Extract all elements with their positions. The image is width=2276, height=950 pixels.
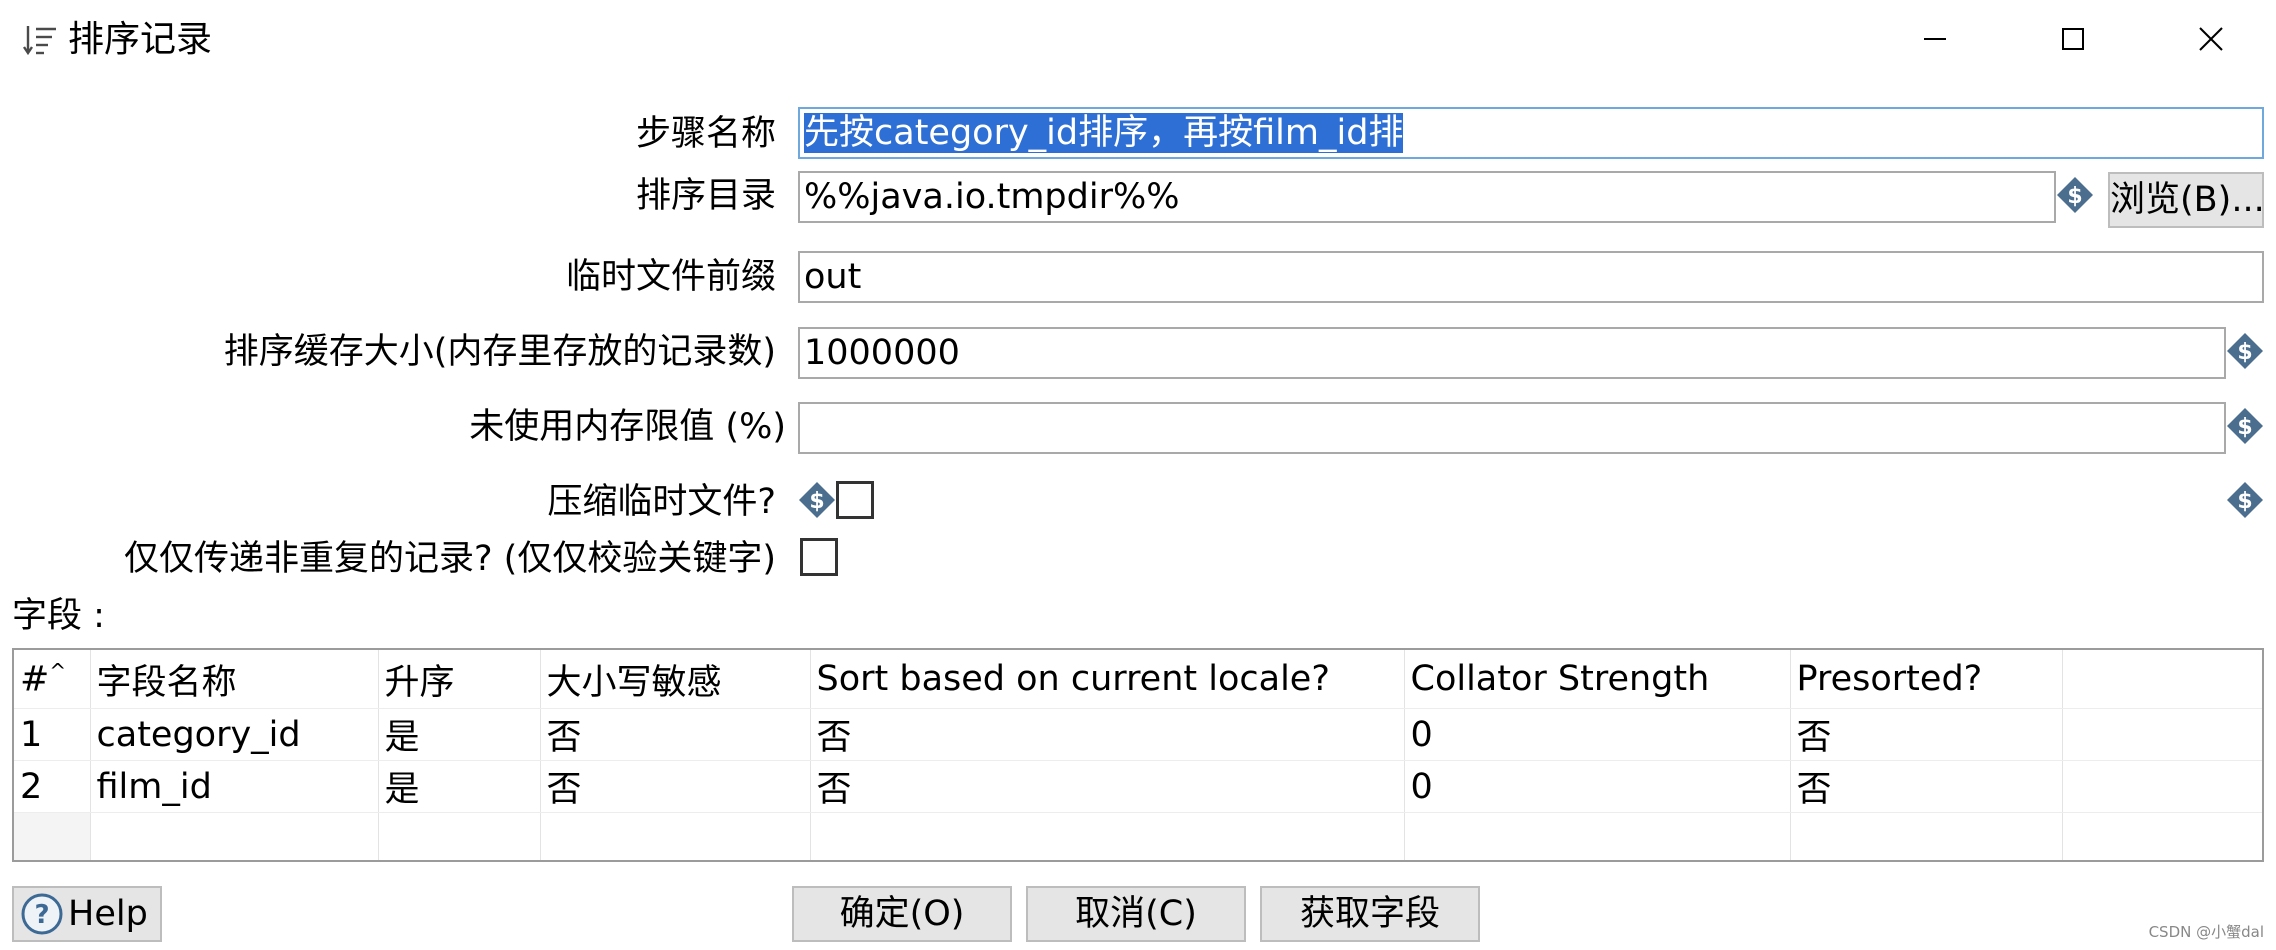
col-header-empty xyxy=(2062,650,2262,709)
field-name-cell[interactable]: category_id xyxy=(90,708,379,761)
svg-text:$: $ xyxy=(2237,340,2252,365)
col-header-field-name[interactable]: 字段名称 xyxy=(90,650,379,709)
free-memory-label: 未使用内存限值 (%) xyxy=(469,407,786,447)
empty-cell xyxy=(2062,708,2262,761)
sort-size-input[interactable]: 1000000 xyxy=(798,327,2226,379)
step-name-input[interactable]: 先按category_id排序，再按film_id排 xyxy=(798,107,2264,159)
svg-text:?: ? xyxy=(34,900,49,930)
svg-text:$: $ xyxy=(2237,415,2252,440)
fields-label: 字段 : xyxy=(12,596,105,636)
svg-text:$: $ xyxy=(2067,184,2082,209)
sort-dir-input[interactable]: %%java.io.tmpdir%% xyxy=(798,171,2056,223)
temp-prefix-label: 临时文件前缀 xyxy=(565,257,776,297)
locale-cell[interactable]: 否 xyxy=(810,708,1405,761)
table-row-empty[interactable] xyxy=(14,812,2262,860)
maximize-icon xyxy=(2062,28,2084,50)
free-memory-input[interactable] xyxy=(798,402,2226,454)
temp-prefix-value: out xyxy=(804,257,862,297)
svg-text:$: $ xyxy=(809,489,824,514)
col-header-locale[interactable]: Sort based on current locale? xyxy=(810,650,1405,709)
minimize-button[interactable] xyxy=(1880,8,1990,70)
table-row[interactable]: 1 category_id 是 否 否 0 否 xyxy=(14,708,2262,761)
ok-button[interactable]: 确定(O) xyxy=(792,886,1012,942)
minimize-icon xyxy=(1924,38,1946,40)
close-button[interactable] xyxy=(2156,8,2266,70)
help-label: Help xyxy=(68,894,148,934)
unique-rows-label: 仅仅传递非重复的记录? (仅仅校验关键字) xyxy=(123,539,776,579)
variable-dollar-icon[interactable]: $ xyxy=(2226,407,2264,445)
presorted-cell[interactable]: 否 xyxy=(1790,760,2063,813)
temp-prefix-input[interactable]: out xyxy=(798,251,2264,303)
variable-dollar-icon[interactable]: $ xyxy=(2056,176,2094,214)
locale-cell[interactable]: 否 xyxy=(810,760,1405,813)
ascending-cell[interactable]: 是 xyxy=(378,708,541,761)
case-sensitive-cell[interactable]: 否 xyxy=(540,760,811,813)
col-header-presorted[interactable]: Presorted? xyxy=(1790,650,2063,709)
variable-dollar-icon[interactable]: $ xyxy=(798,481,836,519)
collator-strength-cell[interactable]: 0 xyxy=(1404,760,1791,813)
sort-dir-value: %%java.io.tmpdir%% xyxy=(804,177,1180,217)
row-number: 1 xyxy=(14,708,91,761)
compress-label: 压缩临时文件? xyxy=(547,482,776,522)
col-header-collator-strength[interactable]: Collator Strength xyxy=(1404,650,1791,709)
window-title: 排序记录 xyxy=(68,19,213,60)
step-name-label: 步骤名称 xyxy=(635,114,776,154)
sort-size-value: 1000000 xyxy=(804,333,960,373)
col-header-num[interactable]: #^ xyxy=(14,650,91,709)
table-header-row: #^ 字段名称 升序 大小写敏感 Sort based on current l… xyxy=(14,650,2262,709)
table-row[interactable]: 2 film_id 是 否 否 0 否 xyxy=(14,760,2262,813)
sort-dir-label: 排序目录 xyxy=(635,176,776,216)
fields-table[interactable]: #^ 字段名称 升序 大小写敏感 Sort based on current l… xyxy=(12,648,2264,862)
collator-strength-cell[interactable]: 0 xyxy=(1404,708,1791,761)
unique-rows-checkbox[interactable] xyxy=(800,538,838,576)
svg-text:$: $ xyxy=(2237,489,2252,514)
empty-cell xyxy=(2062,760,2262,813)
field-name-cell[interactable]: film_id xyxy=(90,760,379,813)
get-fields-button[interactable]: 获取字段 xyxy=(1260,886,1480,942)
browse-button[interactable]: 浏览(B)... xyxy=(2108,172,2265,228)
variable-dollar-icon[interactable]: $ xyxy=(2226,332,2264,370)
case-sensitive-cell[interactable]: 否 xyxy=(540,708,811,761)
step-name-value: 先按category_id排序，再按film_id排 xyxy=(804,113,1404,153)
help-button[interactable]: ? Help xyxy=(12,886,162,942)
row-number: 2 xyxy=(14,760,91,813)
close-icon xyxy=(2199,27,2223,51)
sort-list-icon xyxy=(23,26,56,56)
col-header-ascending[interactable]: 升序 xyxy=(378,650,541,709)
col-header-case-sensitive[interactable]: 大小写敏感 xyxy=(540,650,811,709)
sort-size-label: 排序缓存大小(内存里存放的记录数) xyxy=(223,332,776,372)
watermark: CSDN @小蟹dal xyxy=(2148,923,2264,941)
cancel-button[interactable]: 取消(C) xyxy=(1026,886,1246,942)
help-icon: ? xyxy=(21,893,63,935)
ascending-cell[interactable]: 是 xyxy=(378,760,541,813)
variable-dollar-icon[interactable]: $ xyxy=(2226,481,2264,519)
compress-checkbox[interactable] xyxy=(836,481,874,519)
presorted-cell[interactable]: 否 xyxy=(1790,708,2063,761)
maximize-button[interactable] xyxy=(2018,8,2128,70)
